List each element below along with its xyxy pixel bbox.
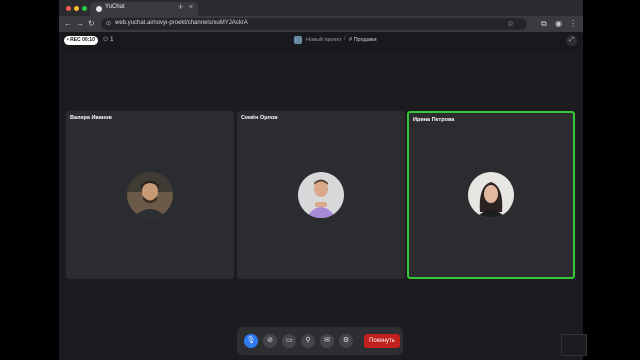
participant-name: Семён Орлов: [241, 115, 278, 121]
url-text: web.yuchat.ai/novyi-proekt/channels/xuMY…: [115, 20, 248, 26]
leave-call-button[interactable]: Покинуть: [364, 334, 400, 348]
expand-icon[interactable]: ⤢: [566, 35, 577, 46]
settings-button[interactable]: ⚙: [339, 334, 353, 348]
call-controls: 🎙 ⊘ ▭ ⚲ ✉ ⚙ Покинуть: [237, 327, 403, 355]
camera-toggle-button[interactable]: ⊘: [263, 334, 277, 348]
close-tab-icon[interactable]: ×: [189, 4, 193, 12]
channel-name[interactable]: # Продажи: [349, 37, 377, 43]
recording-badge: • REC 00:10: [64, 36, 98, 45]
chat-button[interactable]: ✉: [320, 334, 334, 348]
add-participant-button[interactable]: ⚲: [301, 334, 315, 348]
microphone-icon: 🎙: [246, 337, 256, 344]
chat-icon: ✉: [324, 337, 330, 344]
participant-tile[interactable]: Валера Иванов: [66, 111, 234, 279]
call-header: • REC 00:10 ⚇ 1 Новый проект / # Продажи…: [59, 32, 583, 50]
reload-icon[interactable]: ↻: [88, 19, 95, 29]
add-user-icon: ⚲: [305, 337, 311, 344]
camera-off-icon: ⊘: [267, 337, 273, 344]
browser-window: YuChat × + ← → ↻ ⊙ web.yuchat.ai/novyi-p…: [59, 0, 583, 360]
participant-avatar: [468, 172, 514, 218]
tab-title: YuChat: [105, 4, 125, 10]
forward-icon[interactable]: →: [76, 19, 84, 29]
browser-toolbar: ← → ↻ ⊙ web.yuchat.ai/novyi-proekt/chann…: [59, 16, 583, 32]
breadcrumb-separator: /: [344, 36, 346, 42]
profile-icon[interactable]: ◉: [555, 19, 562, 29]
participant-avatar: [298, 172, 344, 218]
participants-counter[interactable]: ⚇ 1: [103, 36, 113, 45]
mini-preview: [561, 334, 587, 356]
close-window-button[interactable]: [66, 6, 71, 11]
address-bar[interactable]: ⊙ web.yuchat.ai/novyi-proekt/channels/xu…: [101, 18, 527, 30]
participants-count: 1: [110, 37, 114, 43]
browser-menu-icon[interactable]: ⋮: [569, 19, 577, 29]
participant-tile[interactable]: Семён Орлов: [237, 111, 405, 279]
participant-avatar: [127, 172, 173, 218]
gear-icon: ⚙: [342, 337, 350, 344]
back-icon[interactable]: ←: [64, 19, 72, 29]
minimize-window-button[interactable]: [74, 6, 79, 11]
participant-name: Валера Иванов: [70, 115, 112, 121]
screen-share-off-icon: ▭: [285, 337, 293, 344]
microphone-button[interactable]: 🎙: [244, 334, 258, 348]
extensions-icon[interactable]: ⧉: [541, 19, 547, 29]
project-avatar-icon: [294, 36, 302, 44]
title-bar: YuChat × +: [59, 0, 583, 16]
zoom-window-button[interactable]: [82, 6, 87, 11]
site-info-icon[interactable]: ⊙: [106, 20, 111, 27]
people-icon: ⚇: [103, 37, 109, 43]
participant-tile-active[interactable]: Ирина Петрова: [407, 111, 575, 279]
project-name[interactable]: Новый проект: [306, 37, 342, 43]
bookmark-star-icon[interactable]: ☆: [507, 19, 514, 29]
participant-name: Ирина Петрова: [413, 117, 455, 123]
new-tab-icon[interactable]: +: [178, 2, 183, 12]
yuchat-favicon-icon: [96, 6, 102, 12]
screen-share-button[interactable]: ▭: [282, 334, 296, 348]
